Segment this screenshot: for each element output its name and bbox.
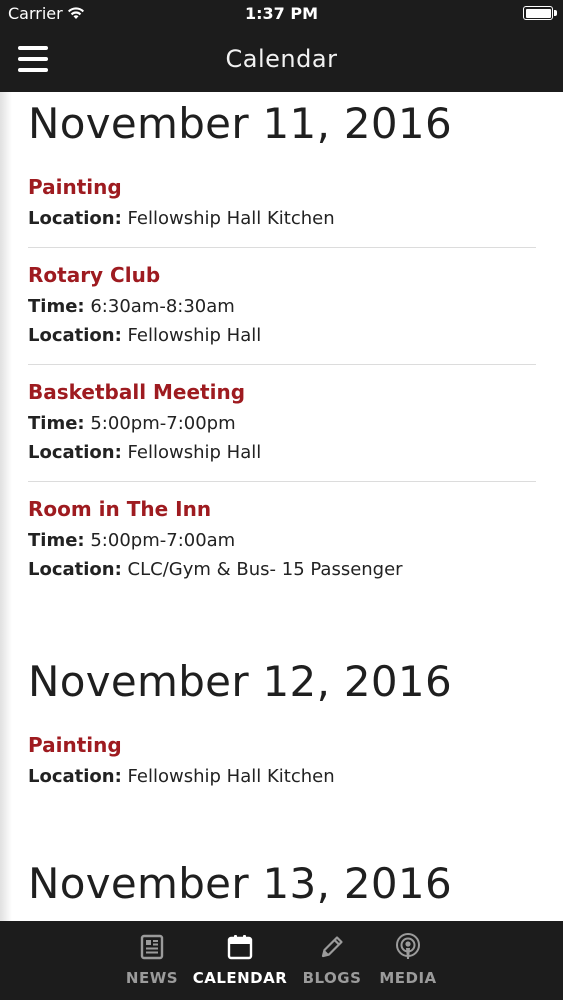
event-title[interactable]: Room in The Inn: [28, 496, 536, 522]
location-value: Fellowship Hall Kitchen: [127, 208, 335, 229]
location-value: Fellowship Hall: [127, 442, 262, 463]
event-time: Time: 5:00pm-7:00pm: [28, 409, 536, 438]
event-location: Location: Fellowship Hall Kitchen: [28, 762, 536, 791]
newspaper-icon: [138, 933, 166, 961]
battery-icon: [523, 6, 557, 20]
calendar-icon: [226, 933, 254, 961]
event-time: Time: 6:30am-8:30am: [28, 292, 536, 321]
event-title[interactable]: Rotary Club: [28, 262, 536, 288]
event-item[interactable]: Painting Location: Fellowship Hall Kitch…: [28, 160, 536, 248]
location-label: Location:: [28, 442, 122, 463]
pencil-icon: [318, 933, 346, 961]
event-location: Location: Fellowship Hall: [28, 321, 536, 350]
location-label: Location:: [28, 766, 122, 787]
day-section: November 13, 2016: [0, 860, 452, 908]
event-item[interactable]: Rotary Club Time: 6:30am-8:30am Location…: [28, 248, 536, 365]
time-value: 5:00pm-7:00am: [90, 530, 236, 551]
tab-blogs[interactable]: BLOGS: [292, 921, 372, 1000]
page-title: Calendar: [225, 45, 338, 73]
tab-label: NEWS: [125, 969, 179, 987]
time-value: 5:00pm-7:00pm: [90, 413, 236, 434]
time-label: Time:: [28, 296, 85, 317]
clock: 1:37 PM: [244, 4, 318, 23]
date-heading: November 11, 2016: [28, 99, 452, 148]
location-value: Fellowship Hall Kitchen: [127, 766, 335, 787]
tab-label: BLOGS: [302, 969, 362, 987]
event-time: Time: 5:00pm-7:00am: [28, 526, 536, 555]
date-heading: November 12, 2016: [28, 657, 452, 706]
tab-calendar[interactable]: CALENDAR: [192, 921, 288, 1000]
tab-label: CALENDAR: [192, 969, 288, 987]
day-section: November 11, 2016 Painting Location: Fel…: [0, 100, 536, 598]
location-label: Location:: [28, 208, 122, 229]
calendar-list[interactable]: November 11, 2016 Painting Location: Fel…: [0, 92, 563, 921]
event-title[interactable]: Basketball Meeting: [28, 379, 536, 405]
event-location: Location: CLC/Gym & Bus- 15 Passenger: [28, 555, 536, 584]
day-section: November 12, 2016 Painting Location: Fel…: [0, 658, 536, 805]
event-location: Location: Fellowship Hall: [28, 438, 536, 467]
location-value: Fellowship Hall: [127, 325, 262, 346]
date-heading: November 13, 2016: [28, 859, 452, 908]
nav-bar: Calendar: [0, 28, 563, 92]
podcast-icon: [394, 933, 422, 961]
time-value: 6:30am-8:30am: [90, 296, 235, 317]
status-bar: Carrier 1:37 PM: [0, 0, 563, 28]
tab-bar: NEWS CALENDAR BLOGS MEDIA: [0, 921, 563, 1000]
location-value: CLC/Gym & Bus- 15 Passenger: [127, 559, 403, 580]
tab-news[interactable]: NEWS: [112, 921, 192, 1000]
tab-media[interactable]: MEDIA: [368, 921, 448, 1000]
event-item[interactable]: Basketball Meeting Time: 5:00pm-7:00pm L…: [28, 365, 536, 482]
time-label: Time:: [28, 530, 85, 551]
location-label: Location:: [28, 559, 122, 580]
event-item[interactable]: Room in The Inn Time: 5:00pm-7:00am Loca…: [28, 482, 536, 598]
event-item[interactable]: Painting Location: Fellowship Hall Kitch…: [28, 718, 536, 805]
event-location: Location: Fellowship Hall Kitchen: [28, 204, 536, 233]
event-title[interactable]: Painting: [28, 732, 536, 758]
location-label: Location:: [28, 325, 122, 346]
tab-label: MEDIA: [379, 969, 437, 987]
time-label: Time:: [28, 413, 85, 434]
event-title[interactable]: Painting: [28, 174, 536, 200]
